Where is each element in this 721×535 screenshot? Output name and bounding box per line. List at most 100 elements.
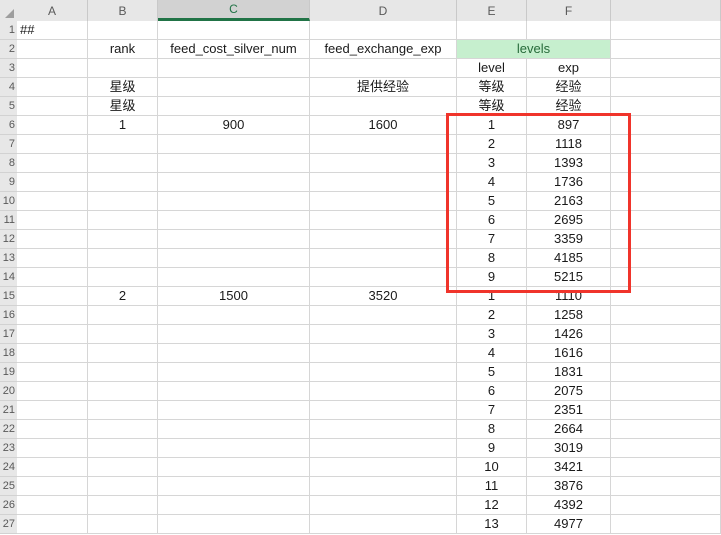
cell-C27[interactable]: [158, 515, 310, 534]
cell-B16[interactable]: [88, 306, 158, 325]
cell-B12[interactable]: [88, 230, 158, 249]
cell-E11[interactable]: 6: [457, 211, 527, 230]
cell-G3[interactable]: [611, 59, 721, 78]
cell-C20[interactable]: [158, 382, 310, 401]
cell-E16[interactable]: 2: [457, 306, 527, 325]
cell-F26[interactable]: 4392: [527, 496, 611, 515]
row-header-2[interactable]: 2: [0, 40, 17, 59]
cell-G9[interactable]: [611, 173, 721, 192]
cell-F1[interactable]: [527, 21, 611, 40]
column-header-unlabeled[interactable]: [611, 0, 721, 21]
cell-C10[interactable]: [158, 192, 310, 211]
cell-B27[interactable]: [88, 515, 158, 534]
cell-G18[interactable]: [611, 344, 721, 363]
cell-E23[interactable]: 9: [457, 439, 527, 458]
row-header-12[interactable]: 12: [0, 230, 17, 249]
cell-B9[interactable]: [88, 173, 158, 192]
cell-D6[interactable]: 1600: [310, 116, 457, 135]
cell-E2[interactable]: levels: [457, 40, 611, 59]
column-header-F[interactable]: F: [527, 0, 611, 21]
cell-A5[interactable]: [17, 97, 88, 116]
row-header-17[interactable]: 17: [0, 325, 17, 344]
cell-D27[interactable]: [310, 515, 457, 534]
cell-E3[interactable]: level: [457, 59, 527, 78]
cell-F6[interactable]: 897: [527, 116, 611, 135]
cell-C22[interactable]: [158, 420, 310, 439]
column-header-A[interactable]: A: [17, 0, 88, 21]
cell-G6[interactable]: [611, 116, 721, 135]
row-header-27[interactable]: 27: [0, 515, 17, 534]
cell-A3[interactable]: [17, 59, 88, 78]
cell-B18[interactable]: [88, 344, 158, 363]
cell-A14[interactable]: [17, 268, 88, 287]
cell-C26[interactable]: [158, 496, 310, 515]
cell-F4[interactable]: 经验: [527, 78, 611, 97]
cell-D21[interactable]: [310, 401, 457, 420]
cell-F20[interactable]: 2075: [527, 382, 611, 401]
cell-B14[interactable]: [88, 268, 158, 287]
cell-G4[interactable]: [611, 78, 721, 97]
cell-C6[interactable]: 900: [158, 116, 310, 135]
cell-F10[interactable]: 2163: [527, 192, 611, 211]
cell-C14[interactable]: [158, 268, 310, 287]
column-header-E[interactable]: E: [457, 0, 527, 21]
cell-D2[interactable]: feed_exchange_exp: [310, 40, 457, 59]
cell-D17[interactable]: [310, 325, 457, 344]
cell-A7[interactable]: [17, 135, 88, 154]
cell-F19[interactable]: 1831: [527, 363, 611, 382]
cell-B13[interactable]: [88, 249, 158, 268]
cell-C25[interactable]: [158, 477, 310, 496]
cell-F22[interactable]: 2664: [527, 420, 611, 439]
cell-E1[interactable]: [457, 21, 527, 40]
cell-A18[interactable]: [17, 344, 88, 363]
cell-C21[interactable]: [158, 401, 310, 420]
cell-B8[interactable]: [88, 154, 158, 173]
cell-F17[interactable]: 1426: [527, 325, 611, 344]
cell-B6[interactable]: 1: [88, 116, 158, 135]
cell-G7[interactable]: [611, 135, 721, 154]
row-header-18[interactable]: 18: [0, 344, 17, 363]
cell-B26[interactable]: [88, 496, 158, 515]
row-header-6[interactable]: 6: [0, 116, 17, 135]
row-header-5[interactable]: 5: [0, 97, 17, 116]
cell-A8[interactable]: [17, 154, 88, 173]
cell-A9[interactable]: [17, 173, 88, 192]
cell-G20[interactable]: [611, 382, 721, 401]
cell-F7[interactable]: 1118: [527, 135, 611, 154]
row-header-7[interactable]: 7: [0, 135, 17, 154]
cell-E7[interactable]: 2: [457, 135, 527, 154]
cell-A25[interactable]: [17, 477, 88, 496]
cell-G5[interactable]: [611, 97, 721, 116]
cell-E13[interactable]: 8: [457, 249, 527, 268]
cell-E10[interactable]: 5: [457, 192, 527, 211]
cell-A21[interactable]: [17, 401, 88, 420]
cell-G25[interactable]: [611, 477, 721, 496]
cell-F13[interactable]: 4185: [527, 249, 611, 268]
cell-D13[interactable]: [310, 249, 457, 268]
cell-G11[interactable]: [611, 211, 721, 230]
cell-C7[interactable]: [158, 135, 310, 154]
cell-B7[interactable]: [88, 135, 158, 154]
row-header-4[interactable]: 4: [0, 78, 17, 97]
cell-D12[interactable]: [310, 230, 457, 249]
cell-A10[interactable]: [17, 192, 88, 211]
cell-C5[interactable]: [158, 97, 310, 116]
cell-A6[interactable]: [17, 116, 88, 135]
row-header-1[interactable]: 1: [0, 21, 17, 40]
cell-A19[interactable]: [17, 363, 88, 382]
cell-G26[interactable]: [611, 496, 721, 515]
cell-G27[interactable]: [611, 515, 721, 534]
cell-C15[interactable]: 1500: [158, 287, 310, 306]
row-header-3[interactable]: 3: [0, 59, 17, 78]
cell-A20[interactable]: [17, 382, 88, 401]
cell-G17[interactable]: [611, 325, 721, 344]
cell-E12[interactable]: 7: [457, 230, 527, 249]
cell-A17[interactable]: [17, 325, 88, 344]
cell-D16[interactable]: [310, 306, 457, 325]
row-header-23[interactable]: 23: [0, 439, 17, 458]
cell-A26[interactable]: [17, 496, 88, 515]
cell-C11[interactable]: [158, 211, 310, 230]
row-header-26[interactable]: 26: [0, 496, 17, 515]
row-header-19[interactable]: 19: [0, 363, 17, 382]
cell-C4[interactable]: [158, 78, 310, 97]
